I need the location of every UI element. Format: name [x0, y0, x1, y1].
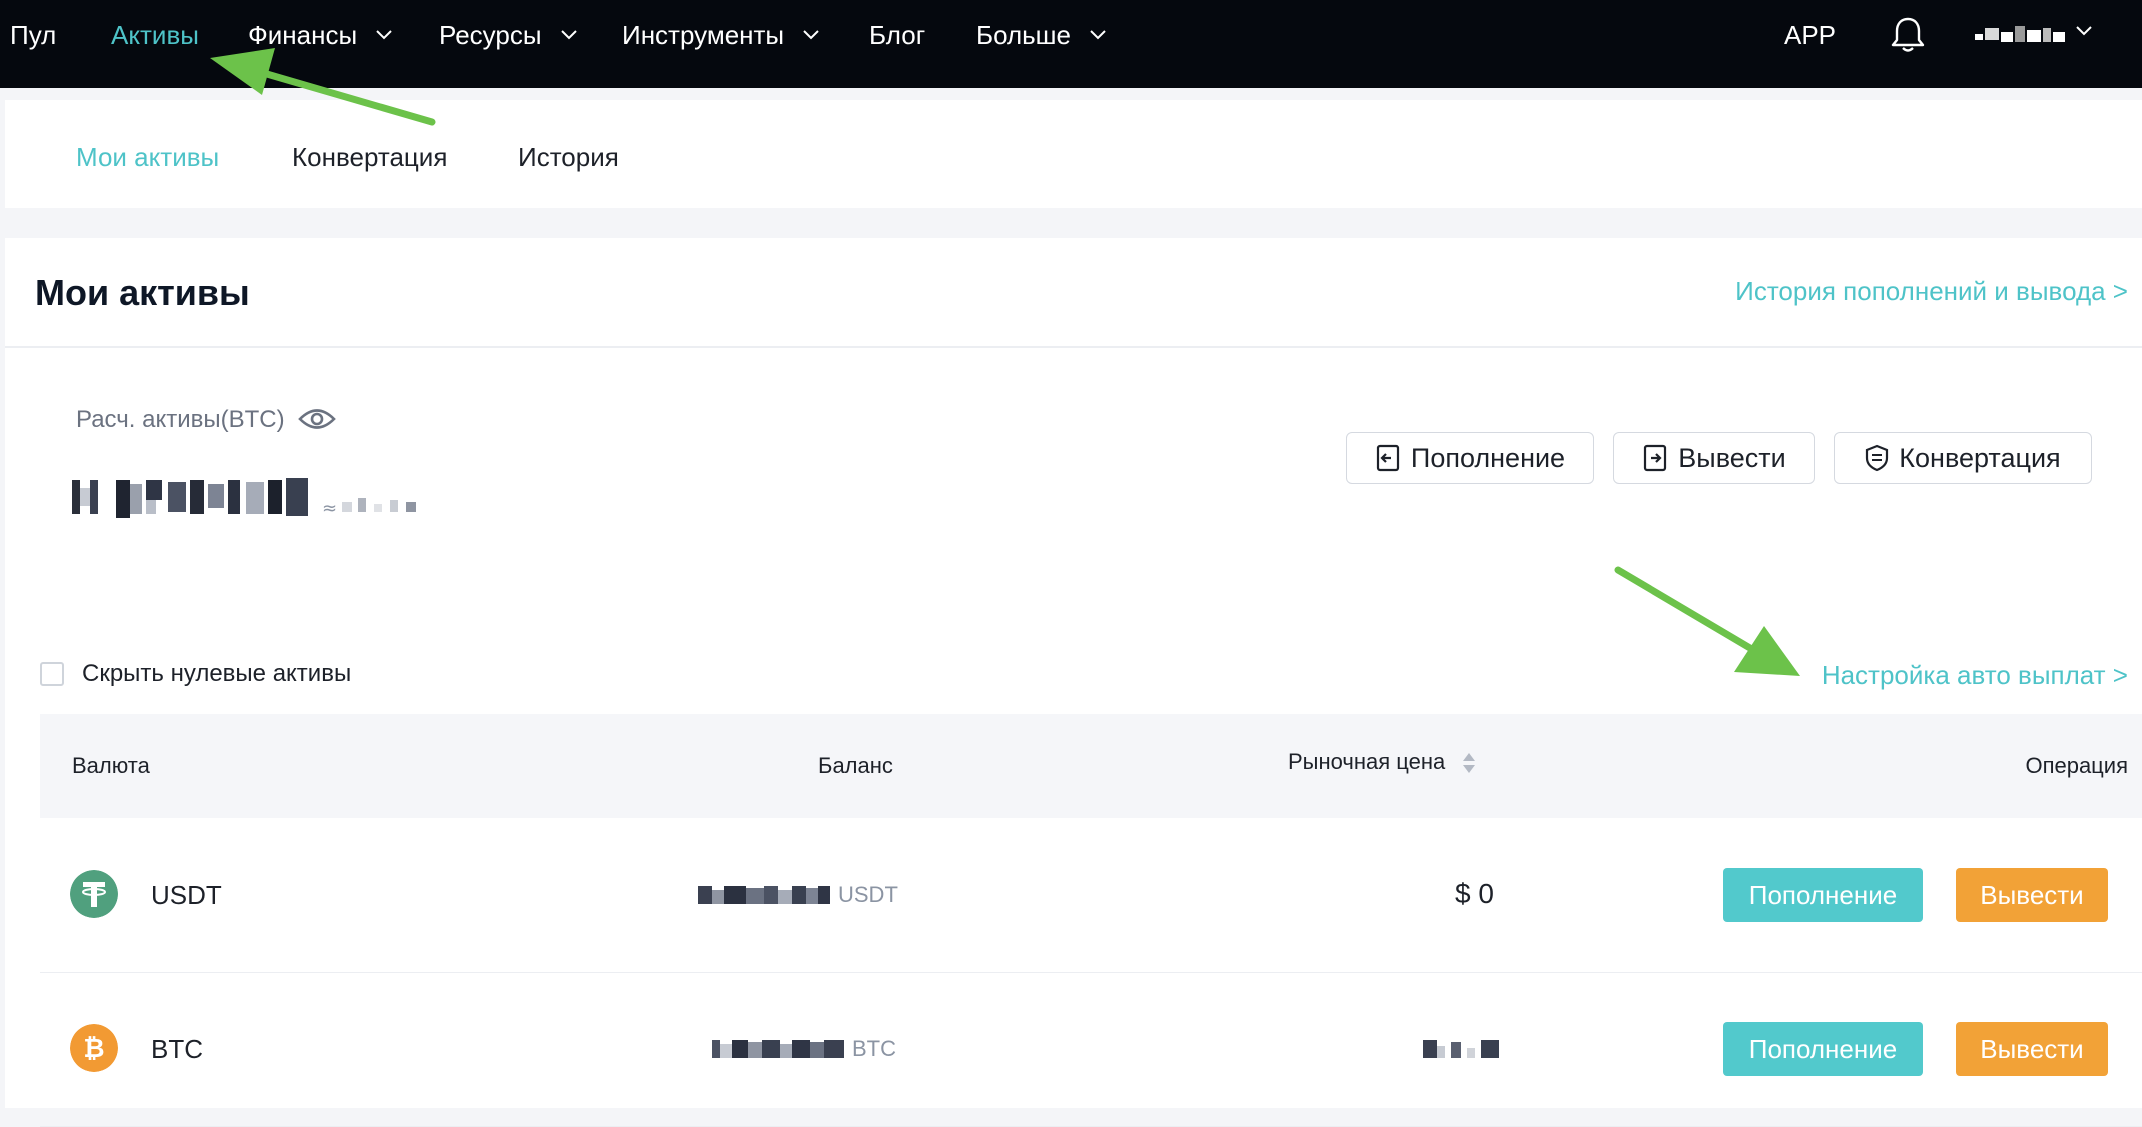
table-row: USDT USDT $ 0 Пополнение Вывести: [40, 818, 2142, 973]
row-withdraw-button[interactable]: Вывести: [1956, 868, 2108, 922]
market-price: $ 0: [1455, 878, 1494, 909]
estimated-assets-label: Расч. активы(BTC): [76, 406, 285, 433]
balance-blurred: [698, 886, 830, 904]
withdraw-icon: [1644, 444, 1667, 472]
page-title: Мои активы: [35, 272, 250, 313]
tab-conversion[interactable]: Конвертация: [292, 100, 447, 208]
row-deposit-button[interactable]: Пополнение: [1723, 868, 1923, 922]
tab-my-assets[interactable]: Мои активы: [76, 100, 219, 208]
bitcoin-icon: ₿: [70, 1024, 118, 1072]
deposit-icon: [1376, 444, 1400, 472]
table-row: ₿ BTC BTC Пополнение Вывести: [40, 972, 2142, 1127]
svg-text:₿: ₿: [83, 1034, 104, 1064]
row-withdraw-button[interactable]: Вывести: [1956, 1022, 2108, 1076]
divider: [5, 346, 2142, 348]
balance-unit: USDT: [838, 882, 898, 907]
nav-finance[interactable]: Финансы: [248, 0, 393, 70]
nav-more-label: Больше: [976, 20, 1071, 50]
nav-more[interactable]: Больше: [976, 0, 1106, 70]
chevron-down-icon: [376, 30, 393, 40]
balance-cell: BTC: [712, 1036, 896, 1062]
chevron-down-icon[interactable]: [2076, 26, 2092, 36]
nav-pool[interactable]: Пул: [10, 0, 56, 70]
balance-cell: USDT: [698, 882, 898, 908]
header-market-price[interactable]: Рыночная цена: [1288, 710, 1477, 814]
bell-icon[interactable]: [1890, 16, 1926, 54]
nav-resources-label: Ресурсы: [439, 20, 542, 50]
header-currency: Валюта: [72, 753, 150, 778]
estimated-balance-blurred: ≈: [72, 478, 416, 519]
chevron-down-icon: [1090, 30, 1106, 40]
auto-payout-settings-link[interactable]: Настройка авто выплат >: [1822, 660, 2128, 691]
convert-button[interactable]: Конвертация: [1834, 432, 2092, 484]
nav-resources[interactable]: Ресурсы: [439, 0, 577, 70]
table-header: Валюта Баланс Рыночная цена Операция: [40, 714, 2142, 818]
withdraw-button-label: Вывести: [1678, 442, 1786, 473]
nav-tools-label: Инструменты: [622, 20, 785, 50]
balance-unit: BTC: [852, 1036, 896, 1061]
deposit-withdraw-history-link[interactable]: История пополнений и вывода >: [1735, 276, 2128, 307]
market-price-blurred: [1423, 1040, 1499, 1058]
header-balance: Баланс: [818, 753, 893, 778]
nav-assets[interactable]: Активы: [111, 0, 199, 70]
top-navigation: Пул Активы Финансы Ресурсы Инструменты Б…: [0, 0, 2142, 88]
nav-finance-label: Финансы: [248, 20, 358, 50]
nav-app[interactable]: APP: [1784, 0, 1836, 70]
hide-zero-checkbox[interactable]: [40, 662, 64, 686]
chevron-down-icon: [561, 30, 577, 40]
header-operation: Операция: [2025, 753, 2128, 778]
deposit-button[interactable]: Пополнение: [1346, 432, 1594, 484]
hide-zero-assets[interactable]: Скрыть нулевые активы: [40, 660, 351, 688]
asset-subtabs: Мои активы Конвертация История: [5, 100, 2142, 208]
withdraw-button[interactable]: Вывести: [1613, 432, 1815, 484]
coin-name: USDT: [151, 880, 222, 910]
deposit-button-label: Пополнение: [1410, 442, 1566, 473]
shield-icon: [1866, 444, 1889, 472]
nav-tools[interactable]: Инструменты: [622, 0, 820, 70]
header-market-price-label: Рыночная цена: [1288, 749, 1446, 774]
approx-symbol: ≈: [322, 498, 337, 519]
nav-blog[interactable]: Блог: [869, 0, 925, 70]
chevron-down-icon: [803, 30, 820, 40]
balance-blurred: [712, 1040, 844, 1058]
tab-history[interactable]: История: [518, 100, 619, 208]
row-deposit-button[interactable]: Пополнение: [1723, 1022, 1923, 1076]
sort-icon[interactable]: [1461, 751, 1477, 775]
eye-icon[interactable]: [298, 404, 336, 434]
coin-name: BTC: [151, 1034, 203, 1064]
username-blurred[interactable]: [1975, 24, 2065, 44]
tether-icon: [70, 870, 118, 918]
hide-zero-label: Скрыть нулевые активы: [82, 660, 352, 687]
convert-button-label: Конвертация: [1899, 442, 2061, 473]
